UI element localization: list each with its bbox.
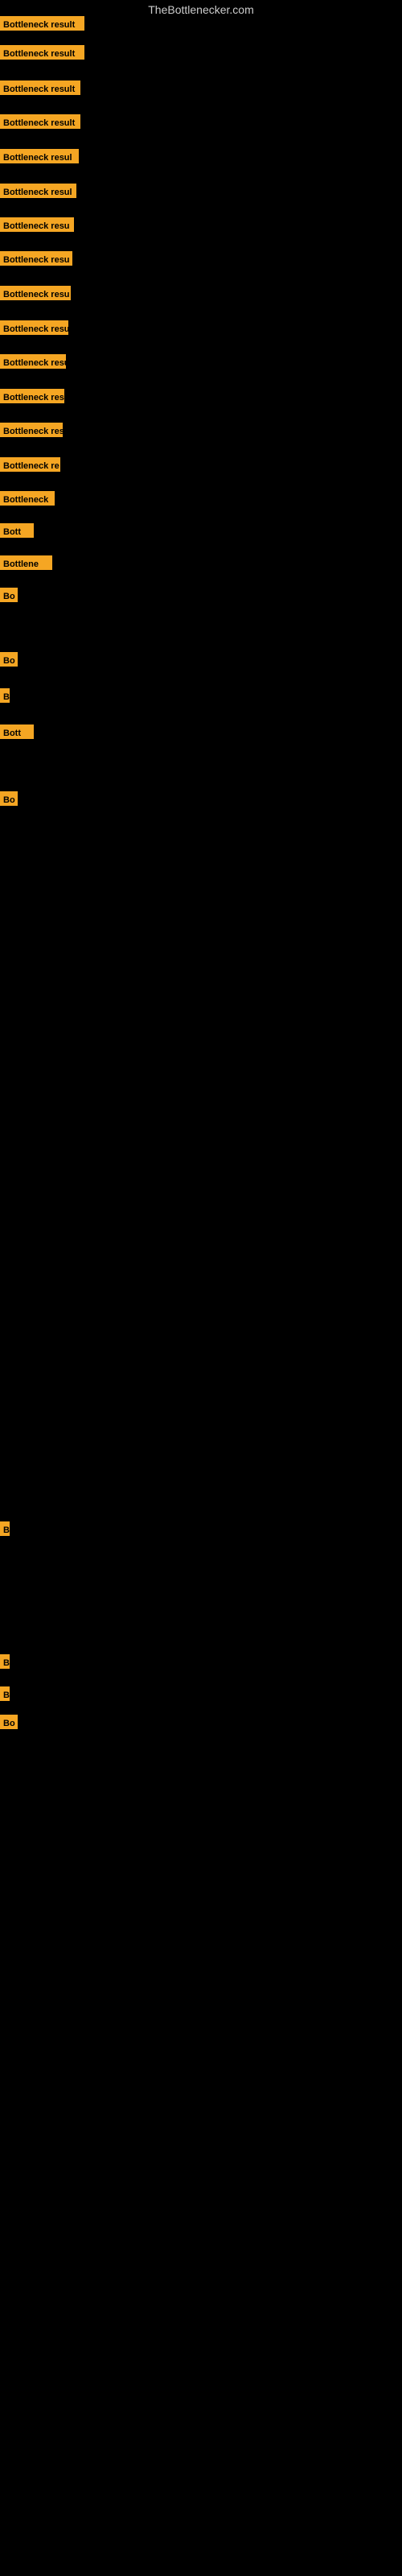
bottleneck-result-item: Bottleneck resu [0, 251, 72, 266]
bottleneck-result-item: Bottleneck result [0, 114, 80, 129]
bottleneck-result-item: B [0, 688, 10, 703]
bottleneck-result-item: B [0, 1521, 10, 1536]
bottleneck-result-item: Bottleneck res [0, 389, 64, 403]
bottleneck-result-item: Bottleneck resul [0, 149, 79, 163]
bottleneck-result-item: B [0, 1686, 10, 1701]
bottleneck-result-item: Bottleneck resu [0, 286, 71, 300]
bottleneck-result-item: Bottleneck res [0, 423, 63, 437]
bottleneck-result-item: Bo [0, 791, 18, 806]
bottleneck-result-item: B [0, 1654, 10, 1669]
bottleneck-result-item: Bottleneck resul [0, 184, 76, 198]
bottleneck-result-item: Bottleneck resu [0, 217, 74, 232]
bottleneck-result-item: Bottleneck resu [0, 320, 68, 335]
bottleneck-result-item: Bottleneck re [0, 457, 60, 472]
bottleneck-result-item: Bottleneck result [0, 16, 84, 31]
bottleneck-result-item: Bottlene [0, 555, 52, 570]
bottleneck-result-item: Bottleneck [0, 491, 55, 506]
bottleneck-result-item: Bottleneck result [0, 45, 84, 60]
bottleneck-result-item: Bottleneck result [0, 80, 80, 95]
bottleneck-result-item: Bott [0, 724, 34, 739]
bottleneck-result-item: Bo [0, 1715, 18, 1729]
bottleneck-result-item: Bo [0, 652, 18, 667]
bottleneck-result-item: Bo [0, 588, 18, 602]
bottleneck-result-item: Bottleneck resu [0, 354, 66, 369]
bottleneck-result-item: Bott [0, 523, 34, 538]
